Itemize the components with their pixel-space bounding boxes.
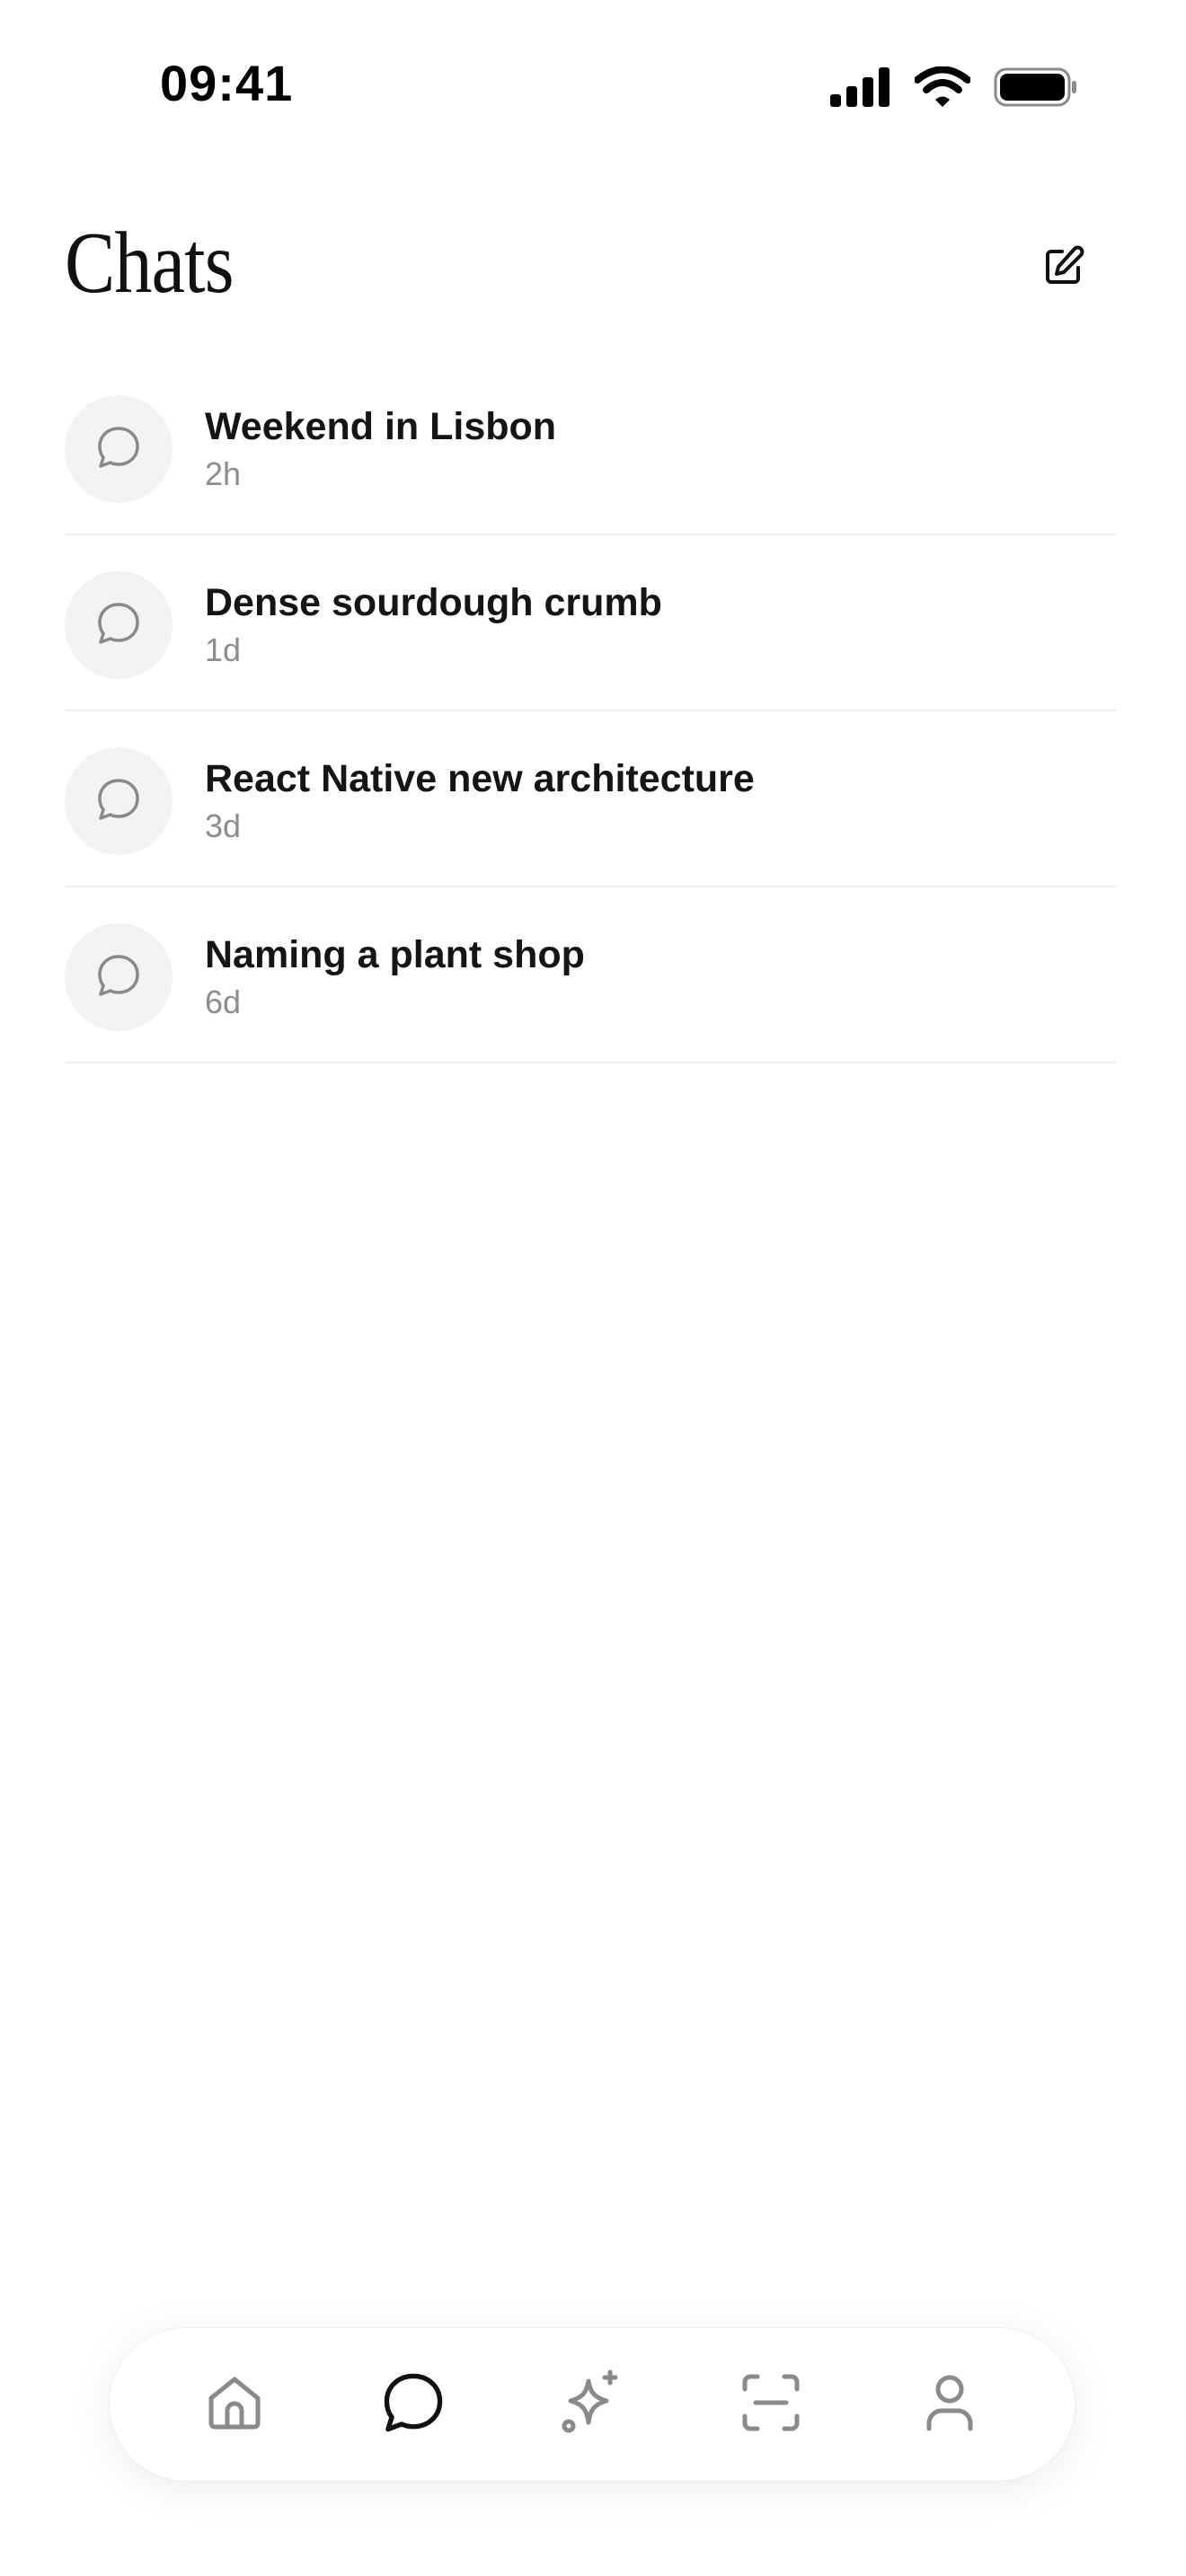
chat-list: Weekend in Lisbon 2h Dense sourdough cru… (65, 359, 1116, 1063)
chat-title: Weekend in Lisbon (205, 405, 557, 448)
chat-text: React Native new architecture 3d (205, 756, 755, 845)
chat-timestamp: 1d (205, 631, 242, 668)
chat-title: Naming a plant shop (205, 933, 585, 976)
tab-profile[interactable] (896, 2351, 1004, 2458)
chat-bubble-icon (94, 423, 143, 476)
chat-bubble-icon (94, 951, 143, 1004)
chat-text: Weekend in Lisbon 2h (205, 404, 556, 493)
profile-icon (918, 2371, 981, 2439)
chat-title: React Native new architecture (205, 757, 755, 800)
wifi-icon (915, 66, 970, 108)
chat-title: Dense sourdough crumb (205, 581, 662, 624)
chat-bubble-icon (94, 599, 143, 652)
scan-icon (739, 2371, 802, 2439)
chat-list-item[interactable]: React Native new architecture 3d (65, 711, 1116, 887)
chat-list-item[interactable]: Weekend in Lisbon 2h (65, 359, 1116, 535)
compose-icon (1042, 244, 1085, 292)
chat-list-item[interactable]: Naming a plant shop 6d (65, 887, 1116, 1063)
chat-avatar (65, 571, 173, 679)
chat-list-item[interactable]: Dense sourdough crumb 1d (65, 535, 1116, 711)
sparkle-icon (558, 2369, 626, 2441)
home-icon (203, 2371, 266, 2439)
chat-timestamp: 6d (205, 983, 242, 1020)
cellular-signal-icon (830, 67, 891, 107)
battery-icon (994, 67, 1078, 107)
compose-button[interactable] (1033, 237, 1094, 298)
header: Chats (65, 207, 1121, 332)
tab-home[interactable] (181, 2351, 288, 2458)
status-bar: 09:41 (0, 0, 1186, 171)
chat-text: Dense sourdough crumb 1d (205, 580, 662, 669)
chat-timestamp: 3d (205, 807, 242, 844)
tab-chats[interactable] (359, 2351, 467, 2458)
tab-sparkle[interactable] (538, 2351, 646, 2458)
chat-bubble-icon (379, 2369, 447, 2441)
chat-avatar (65, 923, 173, 1031)
chat-bubble-icon (94, 775, 143, 828)
tab-bar (110, 2328, 1075, 2481)
chat-avatar (65, 747, 173, 855)
chat-timestamp: 2h (205, 454, 242, 492)
status-time: 09:41 (160, 55, 294, 111)
status-icons (830, 65, 1078, 110)
page-title: Chats (65, 215, 235, 312)
tab-scan[interactable] (717, 2351, 825, 2458)
chat-text: Naming a plant shop 6d (205, 932, 585, 1021)
chat-avatar (65, 395, 173, 503)
